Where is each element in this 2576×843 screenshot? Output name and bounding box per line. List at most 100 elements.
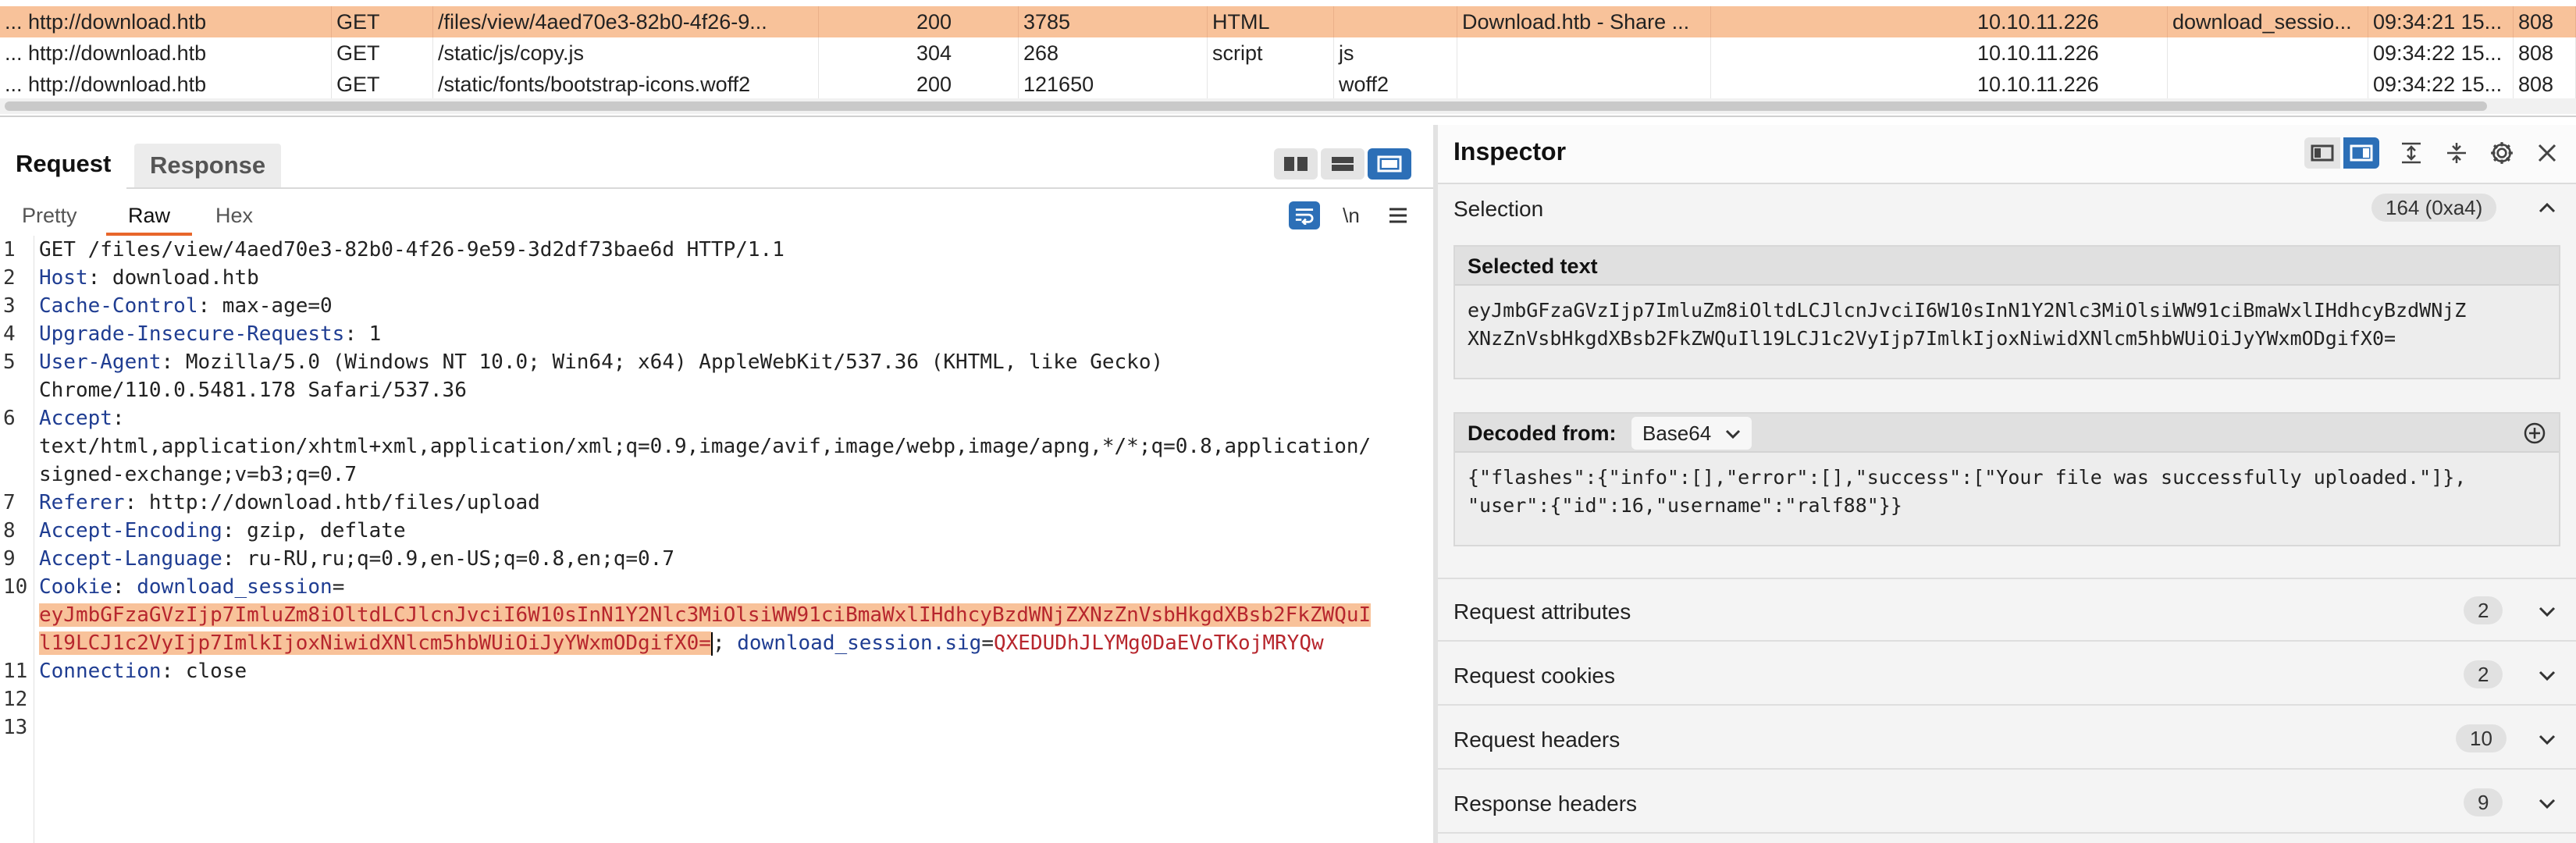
section-request-cookies[interactable]: Request cookies 2 bbox=[1438, 643, 2576, 706]
word-wrap-icon[interactable] bbox=[1289, 201, 1320, 229]
code-text: : http://download.htb/files/upload bbox=[124, 491, 540, 514]
line-number: 11 bbox=[3, 660, 28, 683]
decoding-select-value: Base64 bbox=[1642, 422, 1712, 445]
tab-request[interactable]: Request bbox=[0, 139, 127, 189]
expand-all-icon[interactable] bbox=[2393, 137, 2429, 169]
settings-gear-icon[interactable] bbox=[2484, 137, 2520, 169]
cell-length: 121650 bbox=[1019, 69, 1208, 100]
line-number: 5 bbox=[3, 350, 16, 374]
subtab-pretty[interactable]: Pretty bbox=[22, 198, 77, 236]
chevron-down-icon[interactable] bbox=[2535, 791, 2559, 815]
header-key: Cache-Control bbox=[39, 294, 198, 318]
split-vertical-layout-icon[interactable] bbox=[1321, 148, 1364, 180]
line-number: 2 bbox=[3, 266, 16, 290]
cell-cookies: download_sessio... bbox=[2168, 6, 2368, 37]
history-row[interactable]: ... http://download.htb GET /static/js/c… bbox=[0, 37, 2576, 69]
cell-cookies bbox=[2168, 37, 2368, 69]
split-horizontal-layout-icon[interactable] bbox=[1274, 148, 1318, 180]
cell-status: 200 bbox=[912, 6, 1019, 37]
chevron-down-icon[interactable] bbox=[2535, 663, 2559, 687]
code-line: text/html,application/xhtml+xml,applicat… bbox=[39, 432, 1371, 461]
code-line: Accept: bbox=[39, 404, 125, 432]
cell-ip: 10.10.11.226 bbox=[1973, 69, 2168, 100]
code-line: User-Agent: Mozilla/5.0 (Windows NT 10.0… bbox=[39, 348, 1163, 376]
history-row[interactable]: ... http://download.htb GET /files/view/… bbox=[0, 6, 2576, 37]
subtab-raw[interactable]: Raw bbox=[106, 198, 193, 236]
code-line: Host: download.htb bbox=[39, 264, 259, 292]
inspector-panel: Inspector Selection 164 (0xa4) Selected … bbox=[1438, 125, 2576, 843]
section-response-headers[interactable]: Response headers 9 bbox=[1438, 771, 2576, 834]
chevron-down-icon bbox=[1726, 429, 1741, 439]
selection-section-header[interactable]: Selection 164 (0xa4) bbox=[1438, 186, 2576, 229]
decoded-header: Decoded from: Base64 bbox=[1455, 414, 2559, 453]
view-subtabs: Pretty Raw Hex \n bbox=[0, 190, 1433, 236]
cookie-signature: QXEDUDhJLYMg0DaEVoTKojMRYQw bbox=[993, 631, 1324, 655]
code-text: signed-exchange;v=b3;q=0.7 bbox=[39, 463, 357, 486]
header-key: download_session bbox=[137, 575, 333, 599]
layout-right-icon[interactable] bbox=[2343, 137, 2379, 169]
cell-port: 808 bbox=[2514, 69, 2576, 100]
code-text: ; bbox=[712, 631, 738, 655]
header-key: Accept bbox=[39, 407, 112, 430]
selected-text-header: Selected text bbox=[1455, 247, 2559, 286]
menu-icon[interactable] bbox=[1382, 201, 1414, 229]
cell-host: ... http://download.htb bbox=[0, 69, 332, 100]
line-gutter: 1 2 3 4 5 6 7 8 9 10 11 12 13 bbox=[0, 236, 34, 843]
show-newlines-icon[interactable]: \n bbox=[1336, 201, 1367, 229]
collapse-all-icon[interactable] bbox=[2439, 137, 2475, 169]
chevron-up-icon[interactable] bbox=[2535, 197, 2559, 220]
decoded-text-value[interactable]: {"flashes":{"info":[],"error":[],"succes… bbox=[1455, 453, 2559, 531]
tabs-layout-icon[interactable] bbox=[1368, 148, 1411, 180]
code-line: Cache-Control: max-age=0 bbox=[39, 292, 333, 320]
subtab-hex[interactable]: Hex bbox=[215, 198, 253, 236]
code-line: signed-exchange;v=b3;q=0.7 bbox=[39, 461, 357, 489]
code-text: : max-age=0 bbox=[197, 294, 333, 318]
chevron-down-icon[interactable] bbox=[2535, 599, 2559, 623]
section-count-badge: 2 bbox=[2464, 596, 2503, 624]
cell-cookies bbox=[2168, 69, 2368, 100]
chevron-down-icon[interactable] bbox=[2535, 727, 2559, 751]
cell-time: 09:34:21 15... bbox=[2368, 6, 2514, 37]
code-text: : gzip, deflate bbox=[222, 519, 406, 542]
scrollbar-thumb[interactable] bbox=[5, 101, 2487, 111]
cell-url: /files/view/4aed70e3-82b0-4f26-9... bbox=[433, 6, 819, 37]
raw-request-editor[interactable]: 1 2 3 4 5 6 7 8 9 10 11 12 13 GET /files/view/4aed70… bbox=[0, 236, 1433, 843]
line-number: 1 bbox=[3, 238, 16, 261]
section-count-badge: 10 bbox=[2456, 724, 2507, 752]
decoding-select[interactable]: Base64 bbox=[1631, 417, 1752, 450]
cell-url: /static/js/copy.js bbox=[433, 37, 819, 69]
code-line: Connection: close bbox=[39, 657, 247, 685]
header-key: Referer bbox=[39, 491, 125, 514]
cell-port: 808 bbox=[2514, 6, 2576, 37]
cell-url: /static/fonts/bootstrap-icons.woff2 bbox=[433, 69, 819, 100]
add-plus-icon[interactable] bbox=[2523, 422, 2546, 445]
close-icon[interactable] bbox=[2529, 137, 2565, 169]
header-key: Upgrade-Insecure-Requests bbox=[39, 322, 345, 346]
code-line: Chrome/110.0.5481.178 Safari/537.36 bbox=[39, 376, 467, 404]
section-request-attributes[interactable]: Request attributes 2 bbox=[1438, 579, 2576, 642]
tab-response[interactable]: Response bbox=[134, 144, 282, 187]
cell-method: GET bbox=[332, 37, 433, 69]
selected-text-panel: Selected text eyJmbGFzaGVzIjp7ImluZm8iOl… bbox=[1453, 245, 2560, 379]
code-text: Chrome/110.0.5481.178 Safari/537.36 bbox=[39, 379, 467, 402]
cell-host: ... http://download.htb bbox=[0, 37, 332, 69]
inspector-title: Inspector bbox=[1453, 137, 1567, 165]
cell-host: ... http://download.htb bbox=[0, 6, 332, 37]
section-request-headers[interactable]: Request headers 10 bbox=[1438, 707, 2576, 770]
decoded-from-label: Decoded from: bbox=[1468, 422, 1617, 445]
decoded-panel: Decoded from: Base64 {"flashes":{"info":… bbox=[1453, 412, 2560, 546]
header-key: Connection bbox=[39, 660, 162, 683]
section-label: Request cookies bbox=[1453, 663, 1616, 688]
code-line: eyJmbGFzaGVzIjp7ImluZm8iOltdLCJlcnJvciI6… bbox=[39, 601, 1372, 629]
history-row[interactable]: ... http://download.htb GET /static/font… bbox=[0, 69, 2576, 100]
code-line: Upgrade-Insecure-Requests: 1 bbox=[39, 320, 381, 348]
layout-left-icon[interactable] bbox=[2304, 137, 2340, 169]
code-line: Referer: http://download.htb/files/uploa… bbox=[39, 489, 540, 517]
horizontal-scrollbar[interactable] bbox=[0, 98, 2576, 114]
selected-text-value[interactable]: eyJmbGFzaGVzIjp7ImluZm8iOltdLCJlcnJvciI6… bbox=[1455, 286, 2559, 364]
code-text: text/html,application/xhtml+xml,applicat… bbox=[39, 435, 1372, 458]
cell-method: GET bbox=[332, 69, 433, 100]
proxy-history-table: ... http://download.htb GET /files/view/… bbox=[0, 0, 2576, 117]
code-text: = bbox=[332, 575, 345, 599]
code-line: GET /files/view/4aed70e3-82b0-4f26-9e59-… bbox=[39, 236, 785, 264]
